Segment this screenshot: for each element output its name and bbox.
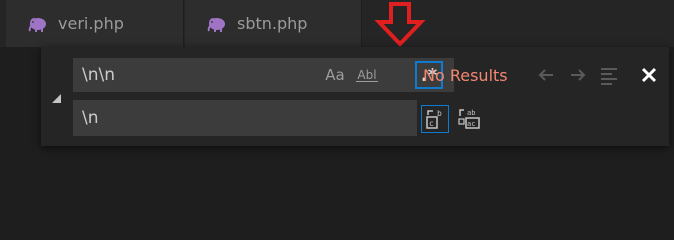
close-find-button[interactable]: [638, 64, 660, 86]
match-case-label: Aa: [325, 66, 345, 84]
toggle-replace-chevron-icon[interactable]: [48, 89, 62, 103]
find-replace-widget: \n\n Aa Abl .* No Results \n c b ab ac: [41, 47, 669, 146]
replace-input-value: \n: [82, 108, 99, 128]
red-down-arrow-icon: [372, 0, 428, 47]
find-input[interactable]: \n\n Aa Abl .*: [73, 58, 454, 92]
svg-text:ab: ab: [467, 109, 475, 117]
match-case-toggle[interactable]: Aa: [322, 63, 348, 87]
arrow-right-icon: [571, 69, 586, 81]
tab-sbtn-php[interactable]: sbtn.php: [185, 0, 362, 47]
tab-label: sbtn.php: [237, 14, 308, 33]
tab-label: veri.php: [58, 14, 124, 33]
svg-text:ac: ac: [467, 120, 475, 128]
svg-text:c: c: [429, 119, 434, 128]
close-icon: [641, 67, 657, 83]
find-in-selection-button[interactable]: [598, 64, 620, 86]
find-input-value: \n\n: [82, 65, 116, 85]
next-match-button[interactable]: [567, 64, 589, 86]
replace-input[interactable]: \n: [73, 100, 417, 136]
whole-word-label: Abl: [356, 67, 378, 82]
previous-match-button[interactable]: [535, 64, 557, 86]
tab-veri-php[interactable]: veri.php: [6, 0, 184, 47]
replace-one-button[interactable]: c b: [421, 105, 449, 133]
whole-word-toggle[interactable]: Abl: [353, 63, 381, 87]
replace-all-button[interactable]: ab ac: [455, 105, 483, 133]
match-status: No Results: [423, 66, 508, 85]
svg-text:b: b: [437, 109, 442, 118]
find-in-selection-icon: [601, 68, 617, 85]
replace-all-icon: ab ac: [458, 109, 480, 129]
php-elephant-icon: [207, 17, 225, 32]
arrow-left-icon: [538, 69, 553, 81]
replace-icon: c b: [426, 109, 442, 129]
editor-tab-bar: veri.php sbtn.php: [0, 0, 674, 47]
php-elephant-icon: [28, 17, 46, 32]
